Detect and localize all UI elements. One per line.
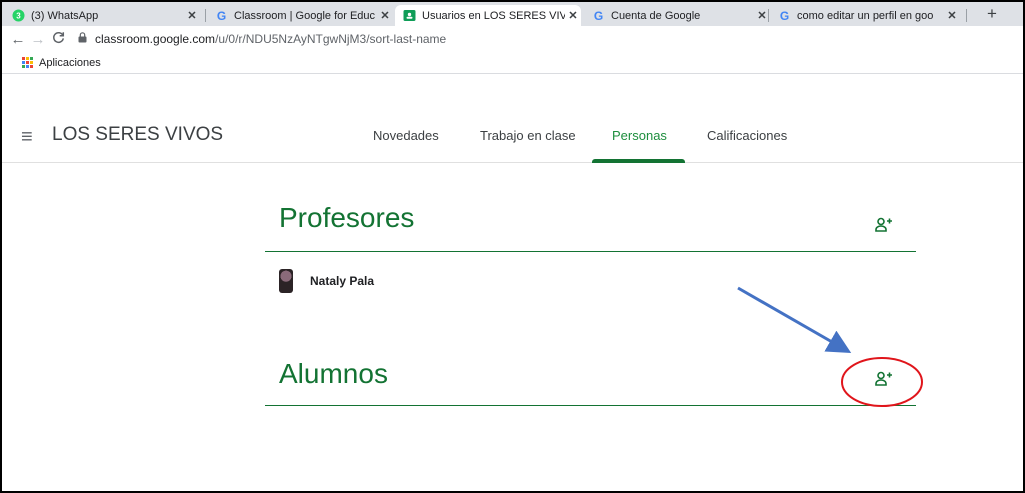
reload-icon[interactable] xyxy=(48,31,68,48)
browser-tab-strip: 3 (3) WhatsApp ✕ G Classroom | Google fo… xyxy=(2,2,1023,26)
person-add-icon xyxy=(875,371,892,386)
tab-novedades[interactable]: Novedades xyxy=(373,128,439,143)
screenshot-frame: 3 (3) WhatsApp ✕ G Classroom | Google fo… xyxy=(0,0,1025,493)
back-arrow-icon[interactable]: ← xyxy=(8,31,28,48)
tab-title: como editar un perfil en goo xyxy=(797,9,934,22)
close-tab-icon[interactable]: ✕ xyxy=(944,9,960,22)
apps-grid-icon xyxy=(22,57,33,68)
students-heading: Alumnos xyxy=(279,358,388,389)
active-tab-indicator xyxy=(592,159,685,163)
teachers-heading: Profesores xyxy=(279,202,415,233)
invite-teachers-button[interactable] xyxy=(873,215,895,233)
avatar xyxy=(279,269,293,293)
svg-text:3: 3 xyxy=(16,11,21,20)
tab-title: (3) WhatsApp xyxy=(31,9,99,22)
browser-toolbar: ← → classroom.google.com/u/0/r/NDU5NzAyN… xyxy=(2,26,1023,52)
tab-classroom[interactable]: G Classroom | Google for Educ ✕ xyxy=(207,5,393,26)
person-add-icon xyxy=(875,217,892,232)
bookmark-aplicaciones[interactable]: Aplicaciones xyxy=(39,57,101,69)
new-tab-icon[interactable]: + xyxy=(987,4,997,24)
teachers-divider xyxy=(265,251,916,252)
tab-calificaciones[interactable]: Calificaciones xyxy=(707,128,787,143)
tab-title: Cuenta de Google xyxy=(611,9,701,22)
whatsapp-icon: 3 xyxy=(12,9,25,22)
lock-icon[interactable] xyxy=(78,32,87,46)
google-icon: G xyxy=(216,8,227,23)
forward-arrow-icon[interactable]: → xyxy=(28,31,48,48)
invite-students-button[interactable] xyxy=(873,369,895,387)
bookmarks-bar: Aplicaciones xyxy=(2,52,1023,74)
close-tab-icon[interactable]: ✕ xyxy=(377,9,393,22)
tab-cuenta-google[interactable]: G Cuenta de Google ✕ xyxy=(584,5,770,26)
close-tab-icon[interactable]: ✕ xyxy=(565,9,581,22)
close-tab-icon[interactable]: ✕ xyxy=(184,9,200,22)
tab-como-editar[interactable]: G como editar un perfil en goo ✕ xyxy=(770,5,960,26)
hamburger-menu-icon[interactable]: ≡ xyxy=(21,126,33,149)
tab-trabajo-en-clase[interactable]: Trabajo en clase xyxy=(480,128,576,143)
url-host: classroom.google.com xyxy=(95,32,216,46)
url-path: /u/0/r/NDU5NzAyNTgwNjM3/sort-last-name xyxy=(215,32,447,46)
classroom-icon xyxy=(403,9,416,22)
classroom-header: ≡ LOS SERES VIVOS Novedades Trabajo en c… xyxy=(2,110,1023,163)
google-icon: G xyxy=(779,8,790,23)
teacher-name: Nataly Pala xyxy=(310,274,375,288)
tab-personas[interactable]: Personas xyxy=(612,128,667,143)
teacher-row[interactable]: Nataly Pala xyxy=(279,269,374,293)
tab-title: Usuarios en LOS SERES VIVO xyxy=(422,9,565,22)
tab-divider xyxy=(966,9,967,22)
tab-usuarios[interactable]: Usuarios en LOS SERES VIVO ✕ xyxy=(395,5,581,26)
google-icon: G xyxy=(593,8,604,23)
tab-whatsapp[interactable]: 3 (3) WhatsApp ✕ xyxy=(4,5,200,26)
class-title[interactable]: LOS SERES VIVOS xyxy=(52,124,223,146)
tab-divider xyxy=(205,9,206,22)
tab-title: Classroom | Google for Educ xyxy=(234,9,376,22)
students-divider xyxy=(265,405,916,406)
address-bar[interactable]: classroom.google.com/u/0/r/NDU5NzAyNTgwN… xyxy=(95,32,446,46)
tab-divider xyxy=(768,9,769,22)
